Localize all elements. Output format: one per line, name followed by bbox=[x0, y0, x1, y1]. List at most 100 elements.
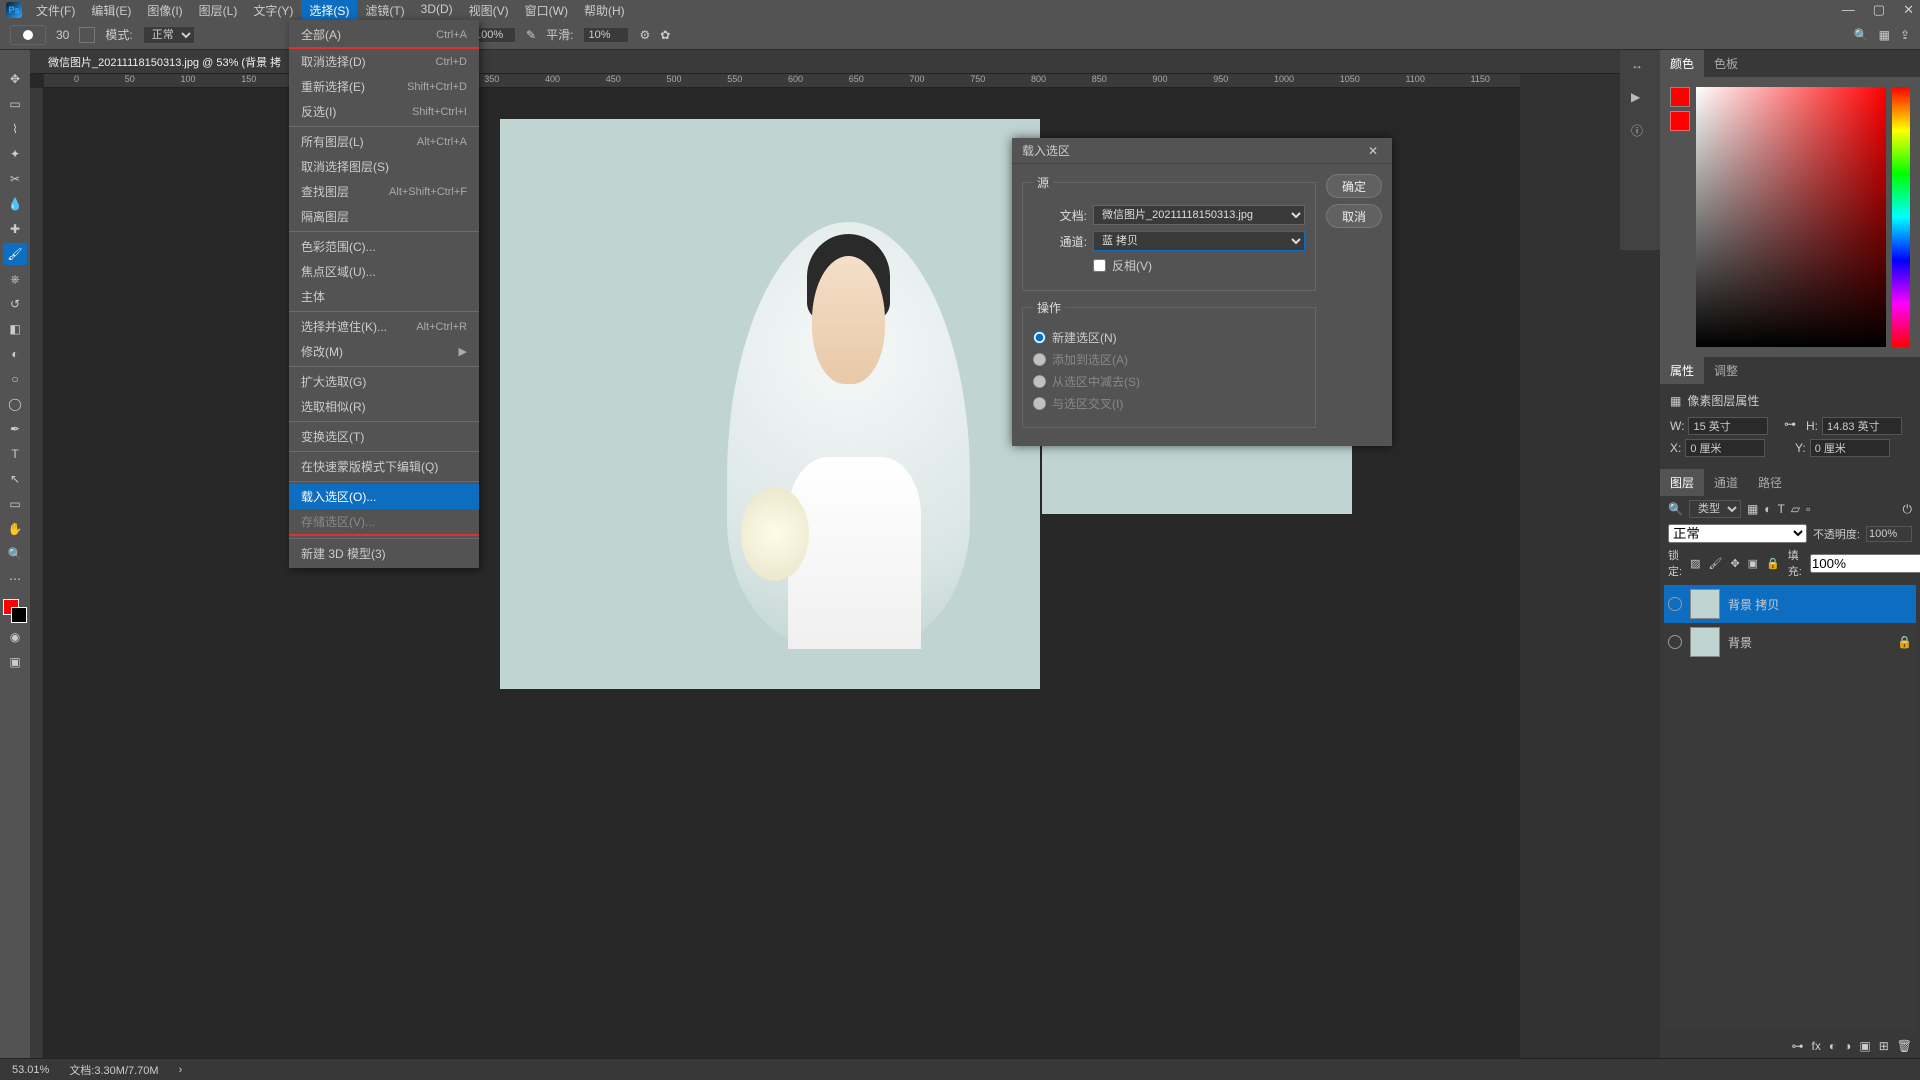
path-tool-icon[interactable]: ↖ bbox=[3, 468, 27, 490]
filter-adjust-icon[interactable]: ◐ bbox=[1764, 502, 1771, 516]
gradient-tool-icon[interactable]: ◐ bbox=[3, 343, 27, 365]
menu-item[interactable]: 主体 bbox=[289, 284, 479, 309]
brush-preview[interactable] bbox=[10, 25, 46, 45]
cancel-button[interactable]: 取消 bbox=[1326, 204, 1382, 228]
settings-gear-icon[interactable]: ⚙ bbox=[639, 28, 650, 42]
fill-input[interactable] bbox=[1810, 554, 1920, 573]
document-tab[interactable]: 微信图片_20211118150313.jpg @ 53% (背景 拷 bbox=[36, 50, 293, 74]
menu-e[interactable]: 编辑(E) bbox=[83, 0, 139, 22]
blur-tool-icon[interactable]: ○ bbox=[3, 368, 27, 390]
minimize-icon[interactable]: — bbox=[1842, 2, 1855, 18]
history-panel-icon[interactable]: ▶ bbox=[1631, 90, 1649, 108]
properties-tab[interactable]: 属性 bbox=[1660, 357, 1704, 384]
dodge-tool-icon[interactable]: ◯ bbox=[3, 393, 27, 415]
layer-fx-icon[interactable]: fx bbox=[1812, 1039, 1821, 1053]
stamp-tool-icon[interactable]: ⎈ bbox=[3, 268, 27, 290]
menu-item[interactable]: 所有图层(L)Alt+Ctrl+A bbox=[289, 129, 479, 154]
menu-item[interactable]: 反选(I)Shift+Ctrl+I bbox=[289, 99, 479, 124]
visibility-icon[interactable] bbox=[1668, 635, 1682, 649]
menu-item[interactable]: 新建 3D 模型(3) bbox=[289, 541, 479, 566]
menu-item[interactable]: 在快速蒙版模式下编辑(Q) bbox=[289, 454, 479, 479]
layer-thumbnail[interactable] bbox=[1690, 627, 1720, 657]
menu-item[interactable]: 色彩范围(C)... bbox=[289, 234, 479, 259]
paths-tab[interactable]: 路径 bbox=[1748, 469, 1792, 496]
swatches-tab[interactable]: 色板 bbox=[1704, 50, 1748, 77]
menu-item[interactable]: 查找图层Alt+Shift+Ctrl+F bbox=[289, 179, 479, 204]
link-layers-icon[interactable]: ⊶ bbox=[1792, 1039, 1804, 1053]
search-icon[interactable]: 🔍 bbox=[1854, 28, 1869, 42]
healing-tool-icon[interactable]: ✚ bbox=[3, 218, 27, 240]
menu-v[interactable]: 视图(V) bbox=[461, 0, 517, 22]
quickmask-icon[interactable]: ◉ bbox=[3, 626, 27, 648]
color-field[interactable] bbox=[1696, 87, 1886, 347]
menu-item[interactable]: 选择并遮住(K)...Alt+Ctrl+R bbox=[289, 314, 479, 339]
info-panel-icon[interactable]: ⓘ bbox=[1631, 122, 1649, 140]
zoom-tool-icon[interactable]: 🔍 bbox=[3, 543, 27, 565]
new-layer-icon[interactable]: ⊞ bbox=[1879, 1039, 1889, 1053]
menu-w[interactable]: 窗口(W) bbox=[517, 0, 576, 22]
color-tab[interactable]: 颜色 bbox=[1660, 50, 1704, 77]
menu-item[interactable]: 焦点区域(U)... bbox=[289, 259, 479, 284]
menu-y[interactable]: 文字(Y) bbox=[245, 0, 301, 22]
color-swatch[interactable] bbox=[3, 599, 27, 623]
layer-blend-select[interactable]: 正常 bbox=[1668, 524, 1807, 543]
menu-i[interactable]: 图像(I) bbox=[139, 0, 190, 22]
layers-tab[interactable]: 图层 bbox=[1660, 469, 1704, 496]
layer-row[interactable]: 背景 拷贝 bbox=[1664, 585, 1916, 623]
menu-item[interactable]: 扩大选取(G) bbox=[289, 369, 479, 394]
menu-item[interactable]: 重新选择(E)Shift+Ctrl+D bbox=[289, 74, 479, 99]
blend-mode-select[interactable]: 正常 bbox=[143, 26, 195, 44]
chevron-right-icon[interactable]: › bbox=[179, 1064, 183, 1076]
smooth-input[interactable] bbox=[583, 27, 629, 43]
x-input[interactable] bbox=[1685, 439, 1765, 457]
pen-tool-icon[interactable]: ✒ bbox=[3, 418, 27, 440]
lock-artboard-icon[interactable]: ▣ bbox=[1748, 557, 1758, 570]
lock-trans-icon[interactable]: ▨ bbox=[1690, 557, 1700, 570]
tool-preset-icon[interactable] bbox=[79, 27, 95, 43]
op-new-radio[interactable] bbox=[1033, 331, 1046, 344]
selection-tool-icon[interactable]: ✦ bbox=[3, 143, 27, 165]
filter-type-icon[interactable]: T bbox=[1778, 502, 1785, 516]
eyedropper-tool-icon[interactable]: 💧 bbox=[3, 193, 27, 215]
height-input[interactable] bbox=[1822, 417, 1902, 435]
menu-item[interactable]: 取消选择图层(S) bbox=[289, 154, 479, 179]
menu-f[interactable]: 文件(F) bbox=[28, 0, 83, 22]
symmetry-icon[interactable]: ✿ bbox=[660, 28, 670, 42]
lock-image-icon[interactable]: 🖌 bbox=[1708, 557, 1722, 570]
eraser-tool-icon[interactable]: ◧ bbox=[3, 318, 27, 340]
menu-item[interactable]: 修改(M)▶ bbox=[289, 339, 479, 364]
marquee-tool-icon[interactable]: ▭ bbox=[3, 93, 27, 115]
document-select[interactable]: 微信图片_20211118150313.jpg bbox=[1093, 205, 1305, 225]
layer-mask-icon[interactable]: ◐ bbox=[1829, 1039, 1836, 1053]
airbrush-icon[interactable]: ✎ bbox=[526, 28, 536, 42]
dialog-close-icon[interactable]: ✕ bbox=[1364, 142, 1382, 160]
fg-color-swatch[interactable] bbox=[1670, 87, 1690, 107]
type-tool-icon[interactable]: T bbox=[3, 443, 27, 465]
menu-item[interactable]: 变换选区(T) bbox=[289, 424, 479, 449]
opacity-input[interactable] bbox=[1866, 526, 1912, 542]
channel-select[interactable]: 蓝 拷贝 bbox=[1093, 231, 1305, 251]
filter-toggle-icon[interactable]: ⏻ bbox=[1903, 502, 1913, 517]
delete-layer-icon[interactable]: 🗑 bbox=[1897, 1039, 1912, 1053]
adjustment-layer-icon[interactable]: ◑ bbox=[1844, 1039, 1851, 1053]
share-icon[interactable]: ⇪ bbox=[1900, 28, 1910, 42]
menu-item[interactable]: 载入选区(O)... bbox=[289, 484, 479, 509]
history-brush-icon[interactable]: ↺ bbox=[3, 293, 27, 315]
menu-s[interactable]: 选择(S) bbox=[301, 0, 357, 22]
document-canvas[interactable] bbox=[500, 119, 1040, 689]
menu-item[interactable]: 全部(A)Ctrl+A bbox=[289, 22, 479, 47]
invert-checkbox[interactable] bbox=[1093, 259, 1106, 272]
layer-row[interactable]: 背景🔒 bbox=[1664, 623, 1916, 661]
move-tool-icon[interactable]: ✥ bbox=[3, 68, 27, 90]
menu-h[interactable]: 帮助(H) bbox=[576, 0, 633, 22]
layer-thumbnail[interactable] bbox=[1690, 589, 1720, 619]
channels-tab[interactable]: 通道 bbox=[1704, 469, 1748, 496]
filter-smart-icon[interactable]: ▫ bbox=[1806, 502, 1810, 516]
menu-dd[interactable]: 3D(D) bbox=[413, 0, 461, 22]
crop-tool-icon[interactable]: ✂ bbox=[3, 168, 27, 190]
y-input[interactable] bbox=[1810, 439, 1890, 457]
screenmode-icon[interactable]: ▣ bbox=[3, 651, 27, 673]
close-icon[interactable]: ✕ bbox=[1903, 2, 1914, 18]
hue-slider[interactable] bbox=[1892, 87, 1910, 347]
brush-tool-icon[interactable]: 🖌 bbox=[3, 243, 27, 265]
